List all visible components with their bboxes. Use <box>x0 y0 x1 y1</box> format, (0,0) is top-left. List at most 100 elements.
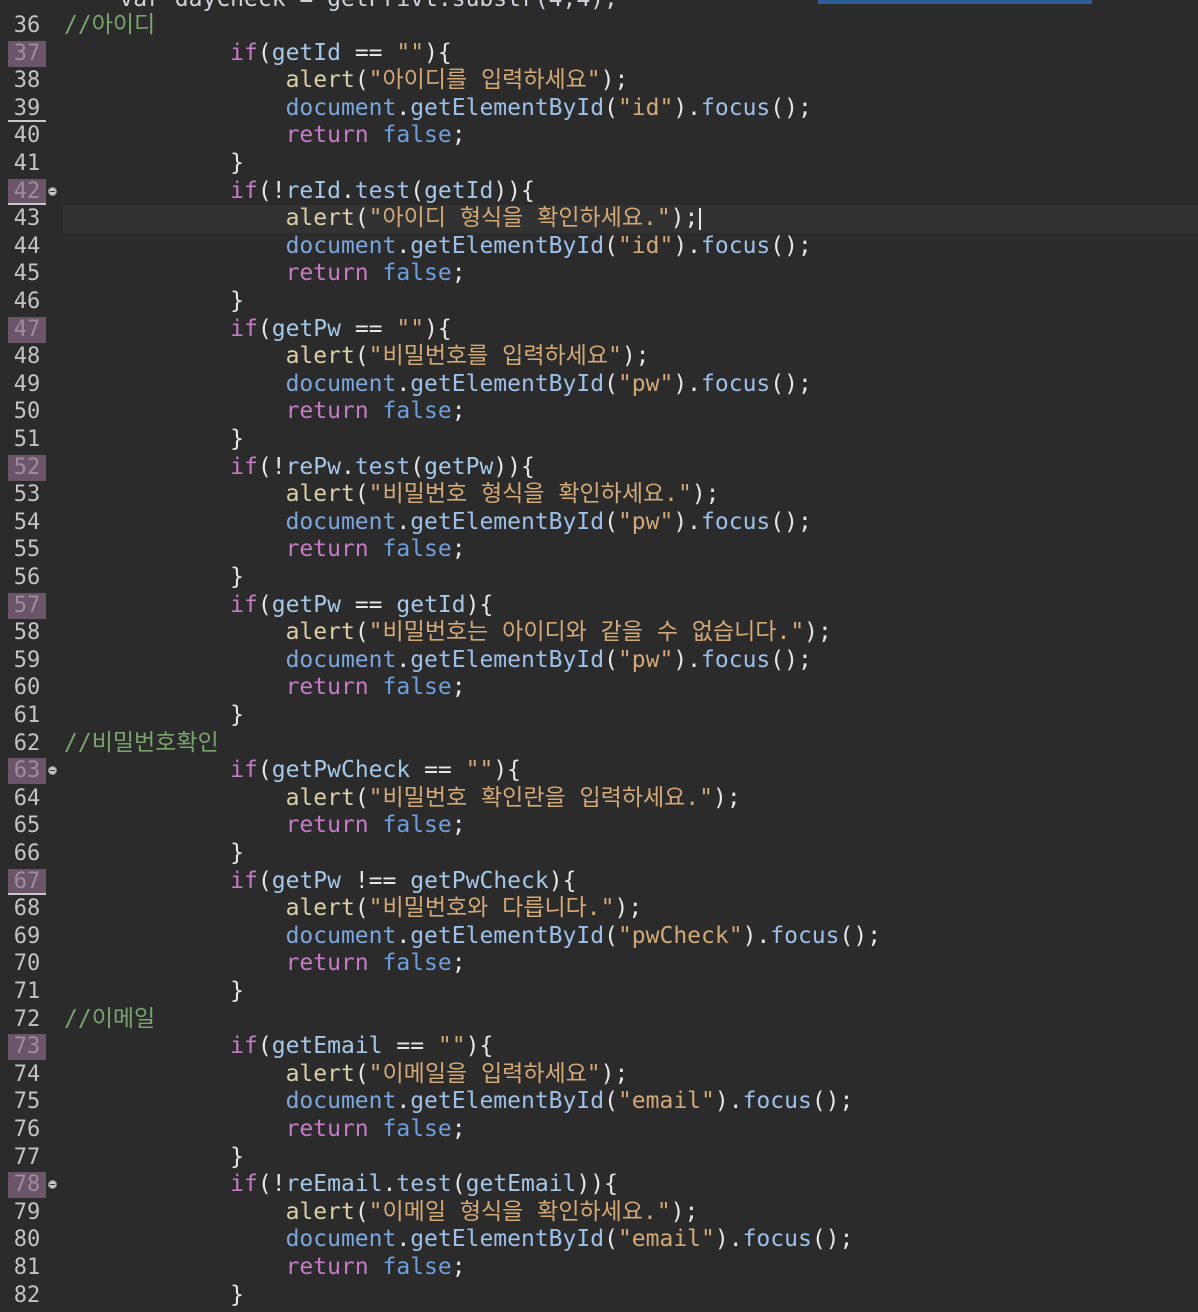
breakpoint-line-number[interactable]: 63 <box>8 758 46 785</box>
fold-toggle-icon[interactable] <box>48 186 57 196</box>
line-number[interactable]: 71 <box>8 979 46 1005</box>
line-number[interactable]: 53 <box>8 482 46 508</box>
line-number[interactable]: 54 <box>8 510 46 536</box>
line-number[interactable]: 50 <box>8 399 46 425</box>
breakpoint-line-number[interactable]: 52 <box>8 454 46 481</box>
line-number[interactable]: 58 <box>8 620 46 646</box>
line-number[interactable]: 49 <box>8 372 46 398</box>
line-number[interactable]: 79 <box>8 1200 46 1226</box>
breakpoint-line-number[interactable]: 37 <box>8 40 46 67</box>
code-line[interactable]: 78 if(!reEmail.test(getEmail)){ <box>0 1171 1198 1199</box>
breakpoint-line-number[interactable]: 42 <box>8 178 46 205</box>
code-line[interactable]: 62 //비밀번호확인 <box>0 730 1198 758</box>
code-line[interactable]: 65 return false; <box>0 812 1198 840</box>
code-line[interactable]: 55 return false; <box>0 536 1198 564</box>
code-line[interactable]: 67 if(getPw !== getPwCheck){ <box>0 868 1198 896</box>
code-line[interactable]: 68 alert("비밀번호와 다릅니다."); <box>0 895 1198 923</box>
code-line[interactable]: 73 if(getEmail == ""){ <box>0 1033 1198 1061</box>
breakpoint-line-number[interactable]: 57 <box>8 592 46 619</box>
horizontal-scrollbar-thumb[interactable] <box>818 0 1092 4</box>
line-number[interactable]: 72 <box>8 1007 46 1033</box>
code-line[interactable]: 57 if(getPw == getId){ <box>0 592 1198 620</box>
breakpoint-line-number[interactable]: 47 <box>8 316 46 343</box>
code-line[interactable]: 80 document.getElementById("email").focu… <box>0 1226 1198 1254</box>
code-line[interactable]: 43 alert("아이디 형식을 확인하세요."); <box>0 205 1198 233</box>
code-line[interactable]: 63 if(getPwCheck == ""){ <box>0 757 1198 785</box>
line-number[interactable]: 69 <box>8 924 46 950</box>
code-line[interactable]: 70 return false; <box>0 950 1198 978</box>
code-line[interactable]: 82 } <box>0 1282 1198 1310</box>
code-line[interactable]: 51 } <box>0 426 1198 454</box>
code-line[interactable]: 69 document.getElementById("pwCheck").fo… <box>0 923 1198 951</box>
code-line[interactable]: 79 alert("이메일 형식을 확인하세요."); <box>0 1199 1198 1227</box>
code-line[interactable]: 60 return false; <box>0 674 1198 702</box>
code-line[interactable]: 37 if(getId == ""){ <box>0 40 1198 68</box>
line-number[interactable]: 51 <box>8 427 46 453</box>
breakpoint-line-number[interactable]: 73 <box>8 1034 46 1061</box>
code-line[interactable]: 54 document.getElementById("pw").focus()… <box>0 509 1198 537</box>
line-number[interactable]: 39 <box>8 96 46 122</box>
code-line[interactable]: 46 } <box>0 288 1198 316</box>
line-number[interactable]: 43 <box>8 206 46 232</box>
code-line[interactable]: 74 alert("이메일을 입력하세요"); <box>0 1061 1198 1089</box>
code-line[interactable]: 49 document.getElementById("pw").focus()… <box>0 371 1198 399</box>
code-line[interactable]: 48 alert("비밀번호를 입력하세요"); <box>0 343 1198 371</box>
code-line[interactable]: 61 } <box>0 702 1198 730</box>
breakpoint-line-number[interactable]: 78 <box>8 1172 46 1199</box>
code-line[interactable]: 41 } <box>0 150 1198 178</box>
line-number[interactable]: 46 <box>8 289 46 315</box>
line-number[interactable]: 45 <box>8 261 46 287</box>
fold-toggle-icon[interactable] <box>48 1180 57 1190</box>
line-number[interactable]: 80 <box>8 1227 46 1253</box>
code-line[interactable]: 50 return false; <box>0 398 1198 426</box>
line-number[interactable]: 55 <box>8 537 46 563</box>
code-line[interactable]: 47 if(getPw == ""){ <box>0 316 1198 344</box>
line-number[interactable]: 60 <box>8 675 46 701</box>
line-number[interactable]: 66 <box>8 841 46 867</box>
code-line[interactable]: 66 } <box>0 840 1198 868</box>
code-line[interactable]: 42 if(!reId.test(getId)){ <box>0 178 1198 206</box>
code-editor[interactable]: var dayCheck = getPrivt.substr(4,4); 36/… <box>0 0 1198 1312</box>
code-line[interactable]: 56 } <box>0 564 1198 592</box>
line-number[interactable]: 40 <box>8 123 46 149</box>
line-number[interactable]: 81 <box>8 1255 46 1281</box>
code-line[interactable]: 36 //아이디 <box>0 12 1198 40</box>
code-line[interactable]: 39 document.getElementById("id").focus()… <box>0 95 1198 123</box>
code-line[interactable]: 38 alert("아이디를 입력하세요"); <box>0 67 1198 95</box>
code-line[interactable]: 58 alert("비밀번호는 아이디와 같을 수 없습니다."); <box>0 619 1198 647</box>
code-line[interactable]: 81 return false; <box>0 1254 1198 1282</box>
code-line[interactable]: 72 //이메일 <box>0 1006 1198 1034</box>
fold-toggle-icon[interactable] <box>48 766 57 776</box>
code-line[interactable]: 52 if(!rePw.test(getPw)){ <box>0 454 1198 482</box>
line-number[interactable]: 76 <box>8 1117 46 1143</box>
line-number[interactable]: 61 <box>8 703 46 729</box>
line-number[interactable]: 48 <box>8 344 46 370</box>
code-line[interactable]: 76 return false; <box>0 1116 1198 1144</box>
line-number[interactable]: 62 <box>8 731 46 757</box>
line-number[interactable]: 70 <box>8 951 46 977</box>
code-line[interactable]: 75 document.getElementById("email").focu… <box>0 1088 1198 1116</box>
line-number[interactable]: 44 <box>8 234 46 260</box>
code-line[interactable]: 64 alert("비밀번호 확인란을 입력하세요."); <box>0 785 1198 813</box>
line-number[interactable]: 59 <box>8 648 46 674</box>
code-line[interactable]: 40 return false; <box>0 122 1198 150</box>
code-line[interactable]: 44 document.getElementById("id").focus()… <box>0 233 1198 261</box>
line-number[interactable]: 56 <box>8 565 46 591</box>
code-line[interactable]: 53 alert("비밀번호 형식을 확인하세요."); <box>0 481 1198 509</box>
line-number[interactable]: 82 <box>8 1283 46 1309</box>
line-number[interactable]: 68 <box>8 896 46 922</box>
line-number[interactable]: 65 <box>8 813 46 839</box>
line-number[interactable]: 36 <box>8 13 46 39</box>
line-number[interactable]: 64 <box>8 786 46 812</box>
code-line[interactable]: 59 document.getElementById("pw").focus()… <box>0 647 1198 675</box>
code-line[interactable]: 71 } <box>0 978 1198 1006</box>
line-number[interactable]: 74 <box>8 1062 46 1088</box>
code-line[interactable]: 45 return false; <box>0 260 1198 288</box>
line-number[interactable]: 75 <box>8 1089 46 1115</box>
line-number[interactable]: 38 <box>8 68 46 94</box>
line-number[interactable]: 41 <box>8 151 46 177</box>
breakpoint-line-number[interactable]: 67 <box>8 868 46 895</box>
line-number[interactable]: 77 <box>8 1145 46 1171</box>
code-line[interactable]: 77 } <box>0 1144 1198 1172</box>
